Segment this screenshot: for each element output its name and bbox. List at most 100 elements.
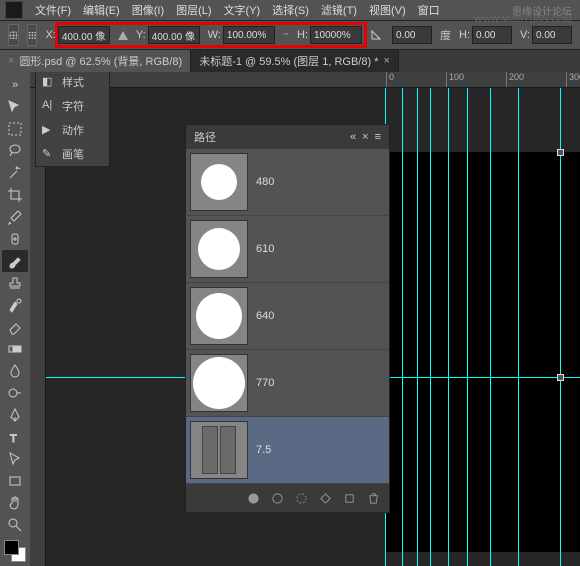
history-brush-tool[interactable] bbox=[2, 294, 28, 316]
svg-text:T: T bbox=[10, 433, 17, 445]
transform-icon[interactable] bbox=[8, 24, 19, 46]
ruler-tick: 100 bbox=[446, 72, 464, 87]
h-label: H: bbox=[297, 29, 308, 41]
guide-vertical[interactable] bbox=[518, 88, 519, 566]
path-label: 610 bbox=[256, 243, 274, 255]
close-icon[interactable]: × bbox=[383, 55, 389, 67]
menu-select[interactable]: 选择(S) bbox=[272, 2, 309, 18]
make-work-path-icon[interactable] bbox=[317, 490, 333, 506]
wand-tool[interactable] bbox=[2, 162, 28, 184]
document-canvas[interactable] bbox=[385, 152, 580, 552]
path-row[interactable]: 480 bbox=[186, 149, 389, 216]
ruler-tick: 0 bbox=[386, 72, 394, 87]
reference-point-icon[interactable] bbox=[27, 24, 38, 46]
guide-vertical[interactable] bbox=[430, 88, 431, 566]
menu-window[interactable]: 窗口 bbox=[418, 2, 440, 18]
x-label: X: bbox=[45, 29, 55, 41]
guide-vertical[interactable] bbox=[448, 88, 449, 566]
path-row[interactable]: 610 bbox=[186, 216, 389, 283]
x-input[interactable] bbox=[58, 26, 110, 44]
lasso-tool[interactable] bbox=[2, 140, 28, 162]
menu-image[interactable]: 图像(I) bbox=[132, 2, 164, 18]
zoom-tool[interactable] bbox=[2, 514, 28, 536]
panel-brushes[interactable]: ✎画笔 bbox=[36, 142, 109, 166]
y-input[interactable] bbox=[148, 26, 200, 44]
tab-1-title: 圆形.psd @ 62.5% (背景, RGB/8) bbox=[19, 53, 182, 69]
w-input[interactable] bbox=[223, 26, 275, 44]
h-field: H: bbox=[297, 26, 362, 44]
eraser-tool[interactable] bbox=[2, 316, 28, 338]
collapse-icon[interactable]: « bbox=[350, 131, 356, 143]
tab-doc-1[interactable]: × 圆形.psd @ 62.5% (背景, RGB/8) bbox=[0, 50, 191, 72]
watermark-url: WWW.MISSYUAN.COM bbox=[474, 14, 572, 24]
menu-filter[interactable]: 滤镜(T) bbox=[321, 2, 357, 18]
blur-tool[interactable] bbox=[2, 360, 28, 382]
heal-tool[interactable] bbox=[2, 228, 28, 250]
path-label: 640 bbox=[256, 310, 274, 322]
ruler-horizontal[interactable]: 0 100 200 300 bbox=[46, 72, 580, 88]
h2-label: H: bbox=[459, 29, 470, 41]
path-label: 480 bbox=[256, 176, 274, 188]
v-label: V: bbox=[520, 29, 530, 41]
gradient-tool[interactable] bbox=[2, 338, 28, 360]
tab-doc-2[interactable]: 未标题-1 @ 59.5% (图层 1, RGB/8) * × bbox=[191, 50, 399, 72]
menu-icon[interactable]: ≡ bbox=[375, 131, 381, 143]
menu-layer[interactable]: 图层(L) bbox=[176, 2, 211, 18]
close-icon[interactable]: × bbox=[362, 131, 368, 143]
dodge-tool[interactable] bbox=[2, 382, 28, 404]
pen-tool[interactable] bbox=[2, 404, 28, 426]
panel-actions[interactable]: ▶动作 bbox=[36, 118, 109, 142]
angle-unit: 度 bbox=[440, 27, 451, 43]
path-thumb bbox=[190, 287, 248, 345]
ruler-tick: 300 bbox=[566, 72, 580, 87]
selection-from-path-icon[interactable] bbox=[293, 490, 309, 506]
menu-edit[interactable]: 编辑(E) bbox=[83, 2, 120, 18]
path-row[interactable]: 770 bbox=[186, 350, 389, 417]
menu-type[interactable]: 文字(Y) bbox=[224, 2, 261, 18]
app-icon[interactable] bbox=[5, 1, 23, 19]
h-input[interactable] bbox=[310, 26, 362, 44]
eyedropper-tool[interactable] bbox=[2, 206, 28, 228]
transform-handle[interactable] bbox=[557, 149, 564, 156]
h2-input[interactable] bbox=[472, 26, 512, 44]
panel-header[interactable]: 路径 « × ≡ bbox=[186, 125, 389, 149]
stroke-path-icon[interactable] bbox=[269, 490, 285, 506]
menu-view[interactable]: 视图(V) bbox=[369, 2, 406, 18]
type-tool[interactable]: T bbox=[2, 426, 28, 448]
hand-tool[interactable] bbox=[2, 492, 28, 514]
rectangle-tool[interactable] bbox=[2, 470, 28, 492]
transform-handle[interactable] bbox=[557, 374, 564, 381]
marquee-tool[interactable] bbox=[2, 118, 28, 140]
panel-character[interactable]: A|字符 bbox=[36, 94, 109, 118]
path-select-tool[interactable] bbox=[2, 448, 28, 470]
guide-vertical[interactable] bbox=[402, 88, 403, 566]
move-tool[interactable] bbox=[2, 96, 28, 118]
path-row[interactable]: 7.5 bbox=[186, 417, 389, 484]
guide-vertical[interactable] bbox=[490, 88, 491, 566]
new-path-icon[interactable] bbox=[341, 490, 357, 506]
panel-footer bbox=[186, 484, 389, 512]
panel-body: 480 610 640 770 7.5 bbox=[186, 149, 389, 484]
guide-vertical[interactable] bbox=[467, 88, 468, 566]
path-row[interactable]: 640 bbox=[186, 283, 389, 350]
panel-title: 路径 bbox=[194, 129, 216, 145]
brush-tool[interactable] bbox=[2, 250, 28, 272]
link-icon[interactable] bbox=[283, 28, 289, 42]
menu-file[interactable]: 文件(F) bbox=[35, 2, 71, 18]
panel-styles[interactable]: ◧样式 bbox=[36, 72, 109, 94]
paths-panel: 路径 « × ≡ 480 610 640 770 7.5 bbox=[185, 124, 390, 513]
angle-input[interactable] bbox=[392, 26, 432, 44]
path-thumb bbox=[190, 421, 248, 479]
angle-icon[interactable] bbox=[370, 27, 384, 44]
delta-icon[interactable] bbox=[118, 31, 128, 40]
canvas-area[interactable]: 0 100 200 300 ◧样式 A|字符 ▶动作 ✎画笔 路径 « × ≡ bbox=[30, 72, 580, 566]
color-swatch[interactable] bbox=[4, 540, 26, 562]
stamp-tool[interactable] bbox=[2, 272, 28, 294]
crop-tool[interactable] bbox=[2, 184, 28, 206]
guide-vertical[interactable] bbox=[417, 88, 418, 566]
guide-vertical[interactable] bbox=[560, 88, 561, 566]
collapse-icon[interactable]: » bbox=[2, 74, 28, 96]
fill-path-icon[interactable] bbox=[245, 490, 261, 506]
v-input[interactable] bbox=[532, 26, 572, 44]
delete-path-icon[interactable] bbox=[365, 490, 381, 506]
